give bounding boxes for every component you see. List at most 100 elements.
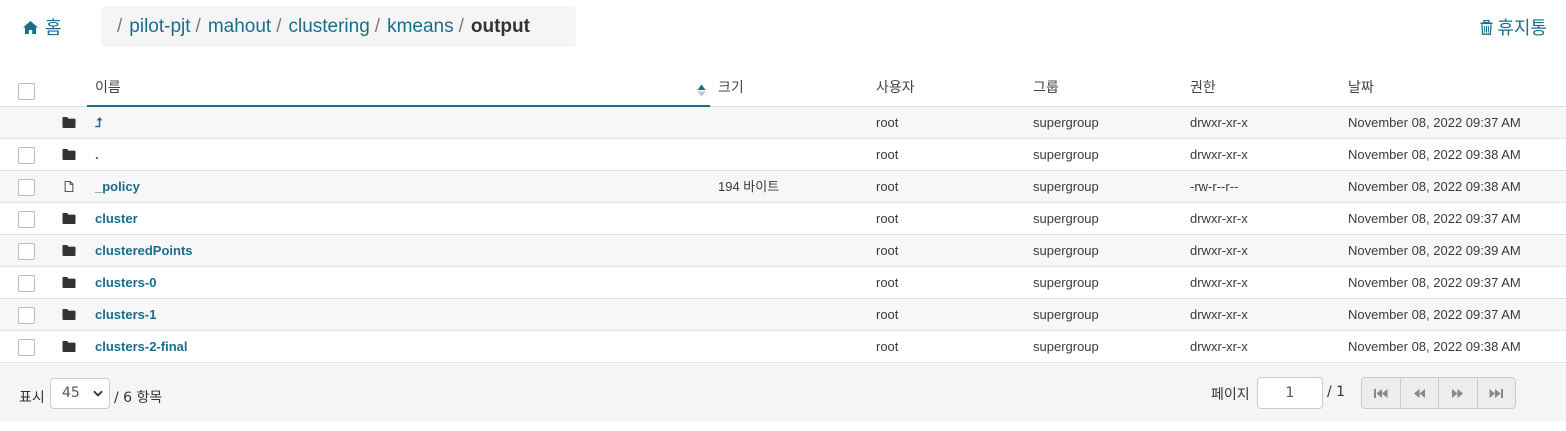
- file-name-link[interactable]: clusters-2-final: [95, 331, 187, 362]
- sort-asc-icon: [697, 84, 706, 97]
- file-user: root: [876, 339, 899, 354]
- column-header-user[interactable]: 사용자: [876, 72, 915, 107]
- table-row[interactable]: _policy 194 바이트 root supergroup -rw-r--r…: [0, 171, 1566, 203]
- breadcrumb-current: output: [470, 15, 530, 37]
- chevron-down-icon: [93, 390, 103, 397]
- row-checkbox[interactable]: [18, 147, 35, 164]
- file-name-link[interactable]: clusters-1: [95, 299, 156, 330]
- row-checkbox[interactable]: [18, 179, 35, 196]
- trash-link[interactable]: 휴지통: [1480, 14, 1547, 40]
- row-checkbox[interactable]: [18, 307, 35, 324]
- item-count-label: / 6 항목: [114, 390, 163, 406]
- table-row[interactable]: cluster root supergroup drwxr-xr-x Novem…: [0, 203, 1566, 235]
- file-name-link[interactable]: clusters-0: [95, 267, 156, 298]
- file-date: November 08, 2022 09:37 AM: [1348, 115, 1521, 130]
- page-size-select[interactable]: 45: [50, 378, 110, 409]
- first-page-button[interactable]: [1362, 378, 1401, 408]
- page-label: 페이지: [1211, 387, 1250, 403]
- file-permission: drwxr-xr-x: [1190, 307, 1248, 322]
- file-date: November 08, 2022 09:38 AM: [1348, 147, 1521, 162]
- previous-page-button[interactable]: [1401, 378, 1439, 408]
- file-permission: drwxr-xr-x: [1190, 211, 1248, 226]
- file-name-link[interactable]: cluster: [95, 203, 138, 234]
- file-user: root: [876, 211, 899, 226]
- previous-page-icon: [1413, 388, 1425, 398]
- column-header-permission[interactable]: 권한: [1190, 72, 1216, 107]
- file-group: supergroup: [1033, 275, 1099, 290]
- pagination-controls: [1361, 377, 1516, 409]
- column-header-date[interactable]: 날짜: [1348, 72, 1374, 107]
- table-row[interactable]: clusters-1 root supergroup drwxr-xr-x No…: [0, 299, 1566, 331]
- column-header-name[interactable]: 이름: [87, 72, 710, 107]
- breadcrumb-separator: /: [117, 15, 123, 37]
- home-link[interactable]: 홈: [22, 14, 62, 40]
- folder-icon: [62, 277, 76, 288]
- row-checkbox[interactable]: [18, 211, 35, 228]
- row-checkbox[interactable]: [18, 275, 35, 292]
- table-row[interactable]: clusters-2-final root supergroup drwxr-x…: [0, 331, 1566, 363]
- select-all-checkbox[interactable]: [18, 83, 35, 100]
- last-page-icon: [1489, 388, 1503, 398]
- file-permission: drwxr-xr-x: [1190, 243, 1248, 258]
- last-page-button[interactable]: [1478, 378, 1516, 408]
- breadcrumb: / pilot-pjt / mahout / clustering / kmea…: [101, 6, 576, 47]
- next-page-icon: [1452, 388, 1464, 398]
- table-row[interactable]: clusteredPoints root supergroup drwxr-xr…: [0, 235, 1566, 267]
- file-user: root: [876, 147, 899, 162]
- file-user: root: [876, 115, 899, 130]
- breadcrumb-link-mahout[interactable]: mahout: [208, 16, 271, 38]
- breadcrumb-link-kmeans[interactable]: kmeans: [387, 16, 454, 38]
- page-size-label: 표시: [19, 390, 45, 406]
- file-group: supergroup: [1033, 211, 1099, 226]
- breadcrumb-separator: /: [195, 15, 201, 37]
- file-date: November 08, 2022 09:37 AM: [1348, 211, 1521, 226]
- file-name-link[interactable]: ⮥: [95, 107, 103, 138]
- column-header-size[interactable]: 크기: [718, 72, 744, 107]
- table-row[interactable]: ⮥ root supergroup drwxr-xr-x November 08…: [0, 107, 1566, 139]
- file-group: supergroup: [1033, 307, 1099, 322]
- file-user: root: [876, 275, 899, 290]
- file-group: supergroup: [1033, 243, 1099, 258]
- file-icon: [64, 180, 74, 193]
- file-size: 194 바이트: [718, 179, 780, 194]
- row-checkbox[interactable]: [18, 243, 35, 260]
- first-page-icon: [1374, 388, 1388, 398]
- file-name-link[interactable]: _policy: [95, 171, 140, 202]
- file-name-link[interactable]: .: [95, 139, 99, 170]
- file-permission: -rw-r--r--: [1190, 179, 1239, 194]
- file-permission: drwxr-xr-x: [1190, 275, 1248, 290]
- folder-icon: [62, 117, 76, 128]
- breadcrumb-separator: /: [374, 15, 381, 37]
- trash-label: 휴지통: [1497, 18, 1547, 39]
- table-footer: 표시 45 / 6 항목 페이지 / 1: [0, 364, 1566, 421]
- next-page-button[interactable]: [1439, 378, 1478, 408]
- file-user: root: [876, 243, 899, 258]
- file-date: November 08, 2022 09:38 AM: [1348, 179, 1521, 194]
- file-group: supergroup: [1033, 115, 1099, 130]
- file-table: 이름 크기 사용자 그룹 권한 날짜 ⮥ root supergroup drw…: [0, 72, 1566, 363]
- breadcrumb-link-clustering[interactable]: clustering: [288, 16, 369, 38]
- folder-icon: [62, 213, 76, 224]
- file-user: root: [876, 179, 899, 194]
- file-permission: drwxr-xr-x: [1190, 115, 1248, 130]
- file-group: supergroup: [1033, 339, 1099, 354]
- table-row[interactable]: . root supergroup drwxr-xr-x November 08…: [0, 139, 1566, 171]
- table-header: 이름 크기 사용자 그룹 권한 날짜: [0, 72, 1566, 107]
- file-permission: drwxr-xr-x: [1190, 147, 1248, 162]
- file-group: supergroup: [1033, 147, 1099, 162]
- folder-icon: [62, 149, 76, 160]
- file-user: root: [876, 307, 899, 322]
- table-row[interactable]: clusters-0 root supergroup drwxr-xr-x No…: [0, 267, 1566, 299]
- page-total-label: / 1: [1327, 384, 1346, 400]
- row-checkbox[interactable]: [18, 339, 35, 356]
- column-header-name-label: 이름: [95, 80, 121, 96]
- page-number-input[interactable]: [1257, 377, 1323, 409]
- top-bar: 홈 / pilot-pjt / mahout / clustering / km…: [0, 0, 1566, 56]
- folder-icon: [62, 245, 76, 256]
- file-name-link[interactable]: clusteredPoints: [95, 235, 193, 266]
- breadcrumb-link-pilot-pjt[interactable]: pilot-pjt: [129, 16, 190, 38]
- trash-icon: [1480, 19, 1493, 35]
- home-icon: [23, 20, 38, 34]
- folder-icon: [62, 341, 76, 352]
- column-header-group[interactable]: 그룹: [1033, 72, 1059, 107]
